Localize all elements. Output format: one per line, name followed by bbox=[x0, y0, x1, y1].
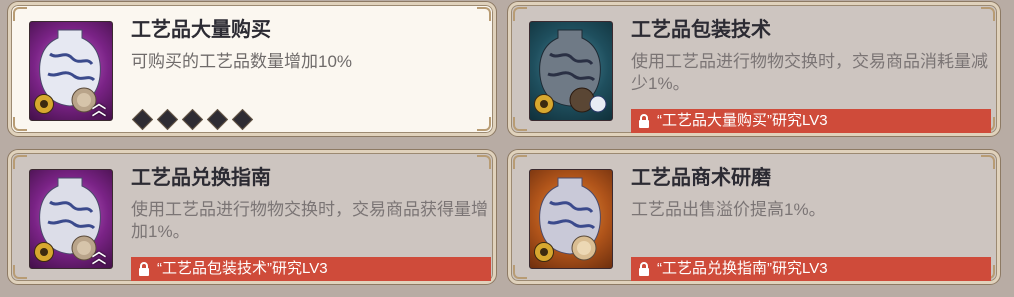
corner-ornament bbox=[477, 117, 491, 131]
level-diamond-icon bbox=[206, 108, 229, 131]
card-description: 使用工艺品进行物物交换时，交易商品消耗量减少1%。 bbox=[631, 52, 988, 93]
requirement-bar: “工艺品大量购买”研究LV3 bbox=[631, 109, 991, 133]
corner-ornament bbox=[13, 265, 27, 279]
research-card-bulk-purchase[interactable]: ︿ ︿ 工艺品大量购买 可购买的工艺品数量增加10% bbox=[8, 2, 496, 136]
card-description: 工艺品出售溢价提高1%。 bbox=[631, 200, 826, 219]
card-title: 工艺品兑换指南 bbox=[131, 167, 271, 189]
requirement-text: “工艺品兑换指南”研究LV3 bbox=[657, 260, 828, 277]
corner-ornament bbox=[981, 7, 995, 21]
vase-icon bbox=[529, 169, 613, 269]
guild-badge-icon bbox=[34, 242, 54, 262]
level-diamond-icon bbox=[231, 108, 254, 131]
research-card-packaging[interactable]: 工艺品包装技术 使用工艺品进行物物交换时，交易商品消耗量减少1%。 “工艺品大量… bbox=[508, 2, 1000, 136]
corner-ornament bbox=[13, 155, 27, 169]
corner-ornament bbox=[13, 7, 27, 21]
level-diamond-icon bbox=[181, 108, 204, 131]
guild-badge-icon bbox=[534, 94, 554, 114]
vase-icon: ︿ ︿ bbox=[29, 21, 113, 121]
corner-ornament bbox=[513, 265, 527, 279]
corner-ornament bbox=[513, 155, 527, 169]
lock-icon bbox=[139, 262, 149, 276]
level-indicator bbox=[131, 108, 254, 131]
card-description: 可购买的工艺品数量增加10% bbox=[131, 52, 353, 71]
card-title: 工艺品包装技术 bbox=[631, 19, 771, 41]
card-description: 使用工艺品进行物物交换时，交易商品获得量增加1%。 bbox=[131, 200, 488, 241]
lock-icon bbox=[639, 114, 649, 128]
level-diamond-icon bbox=[131, 108, 154, 131]
corner-ornament bbox=[981, 155, 995, 169]
requirement-text: “工艺品大量购买”研究LV3 bbox=[657, 112, 828, 129]
vase-icon bbox=[529, 21, 613, 121]
vase-icon: ︿ ︿ bbox=[29, 169, 113, 269]
corner-ornament bbox=[13, 117, 27, 131]
corner-ornament bbox=[477, 7, 491, 21]
guild-badge-icon bbox=[34, 94, 54, 114]
requirement-text: “工艺品包装技术”研究LV3 bbox=[157, 260, 328, 277]
requirement-bar: “工艺品包装技术”研究LV3 bbox=[131, 257, 491, 281]
corner-ornament bbox=[513, 117, 527, 131]
guild-badge-icon bbox=[534, 242, 554, 262]
research-card-trade-refinement[interactable]: 工艺品商术研磨 工艺品出售溢价提高1%。 “工艺品兑换指南”研究LV3 bbox=[508, 150, 1000, 284]
corner-ornament bbox=[477, 155, 491, 169]
card-title: 工艺品商术研磨 bbox=[631, 167, 771, 189]
level-diamond-icon bbox=[156, 108, 179, 131]
requirement-bar: “工艺品兑换指南”研究LV3 bbox=[631, 257, 991, 281]
research-card-exchange-guide[interactable]: ︿ ︿ 工艺品兑换指南 使用工艺品进行物物交换时，交易商品获得量增加1%。 “工艺… bbox=[8, 150, 496, 284]
upgrade-chevron-icon: ︿ ︿ bbox=[92, 243, 106, 266]
corner-ornament bbox=[513, 7, 527, 21]
upgrade-chevron-icon: ︿ ︿ bbox=[92, 95, 106, 118]
lock-icon bbox=[639, 262, 649, 276]
card-title: 工艺品大量购买 bbox=[131, 19, 271, 41]
